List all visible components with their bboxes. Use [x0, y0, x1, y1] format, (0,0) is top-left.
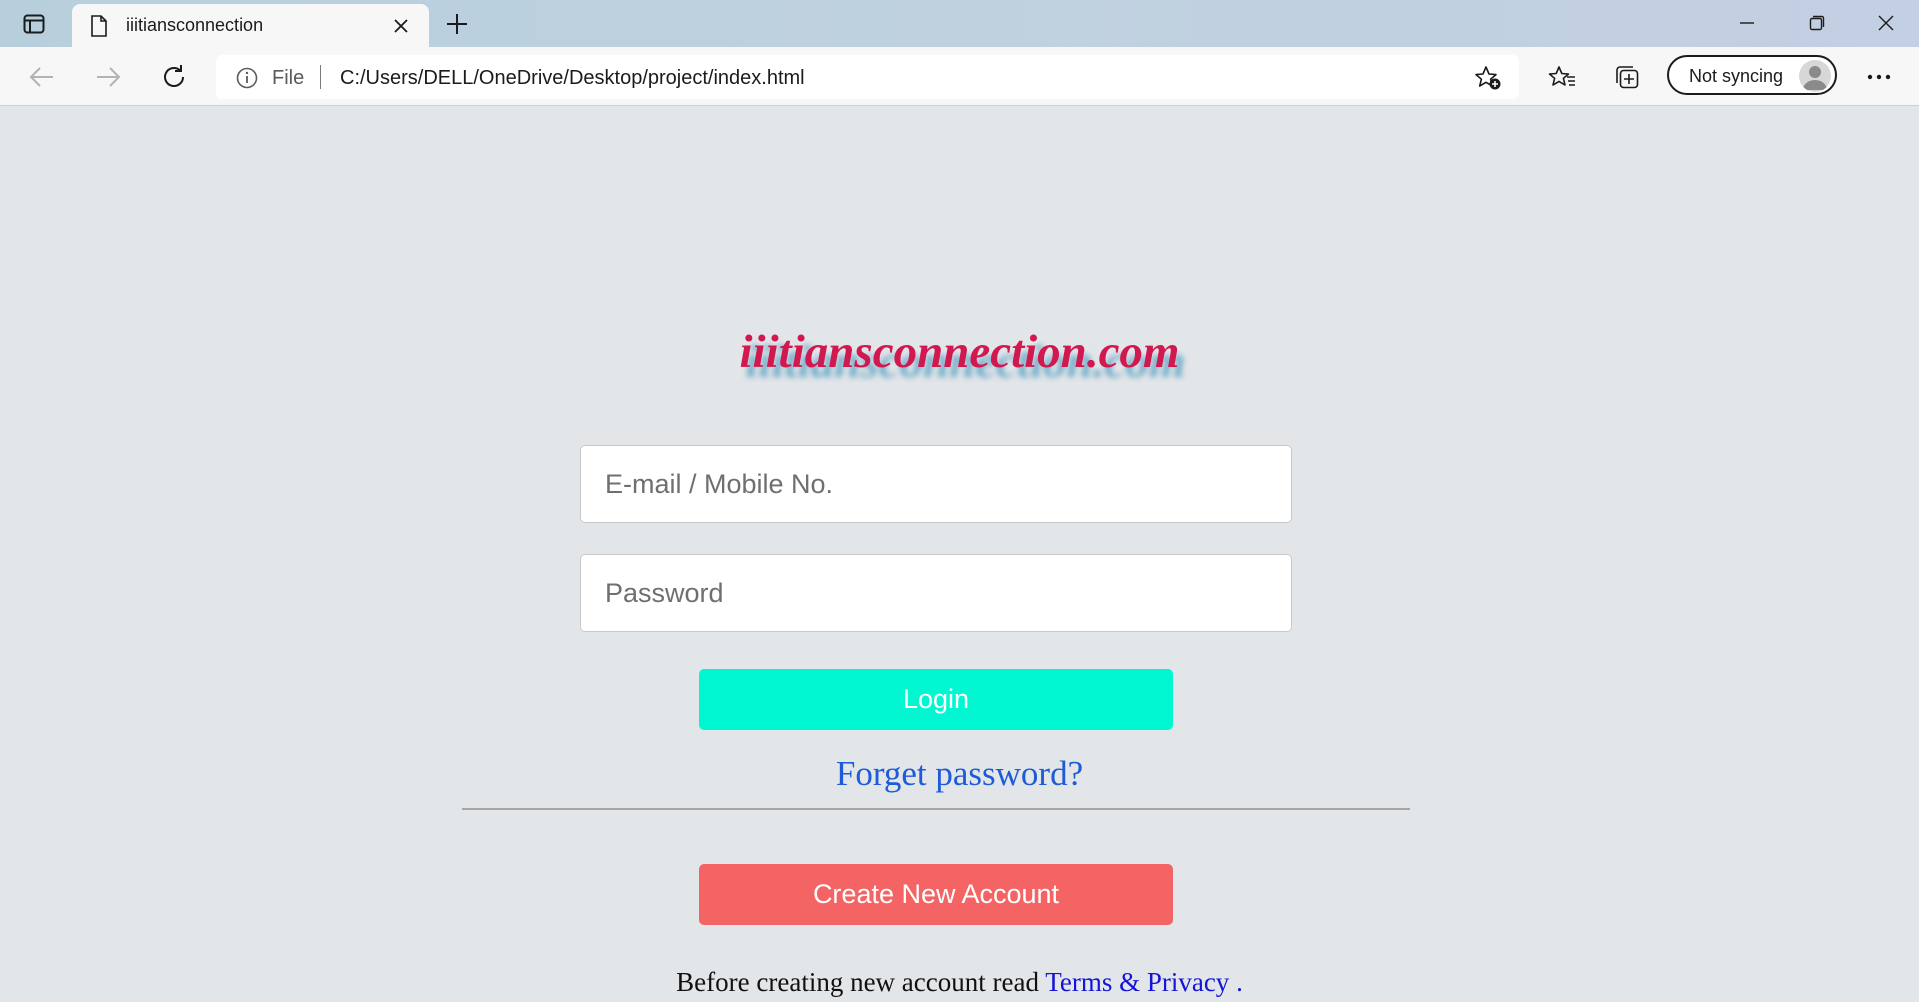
restore-icon[interactable] — [1793, 8, 1841, 38]
address-bar[interactable]: File C:/Users/DELL/OneDrive/Desktop/proj… — [216, 55, 1519, 99]
forgot-password-link[interactable]: Forget password? — [0, 754, 1919, 794]
terms-suffix: . — [1229, 967, 1243, 997]
email-input[interactable] — [580, 445, 1292, 523]
scheme-label: File — [272, 67, 305, 89]
password-input[interactable] — [580, 554, 1292, 632]
tab-strip: iiitiansconnection — [0, 0, 1919, 47]
more-icon[interactable] — [1863, 61, 1895, 93]
url-text[interactable]: C:/Users/DELL/OneDrive/Desktop/project/i… — [340, 67, 805, 90]
terms-notice: Before creating new account read Terms &… — [0, 967, 1919, 998]
favorites-icon[interactable] — [1546, 61, 1578, 93]
profile-label: Not syncing — [1689, 66, 1784, 86]
info-icon[interactable] — [236, 67, 258, 94]
tab-actions-icon[interactable] — [18, 10, 50, 38]
divider — [462, 808, 1410, 810]
login-button[interactable]: Login — [699, 669, 1173, 730]
refresh-icon[interactable] — [158, 61, 190, 93]
close-icon[interactable] — [390, 15, 412, 37]
avatar — [1799, 60, 1831, 92]
plus-icon[interactable] — [441, 9, 473, 39]
forward-arrow-icon[interactable] — [92, 61, 124, 93]
browser-toolbar: File C:/Users/DELL/OneDrive/Desktop/proj… — [0, 47, 1919, 106]
create-account-button[interactable]: Create New Account — [699, 864, 1173, 925]
profile-button[interactable]: Not syncing — [1667, 55, 1837, 95]
star-plus-icon[interactable] — [1474, 65, 1502, 96]
back-arrow-icon[interactable] — [26, 61, 58, 93]
minimize-icon[interactable] — [1723, 8, 1771, 38]
address-separator — [320, 65, 321, 89]
window-close-icon[interactable] — [1862, 8, 1910, 38]
page-icon — [90, 15, 108, 42]
terms-prefix: Before creating new account read — [676, 967, 1046, 997]
collections-icon[interactable] — [1612, 61, 1644, 93]
browser-tab[interactable]: iiitiansconnection — [72, 4, 429, 47]
tab-title: iiitiansconnection — [126, 15, 264, 35]
site-brand-title: iiitiansconnection.com — [739, 326, 1180, 378]
terms-privacy-link[interactable]: Terms & Privacy — [1045, 967, 1229, 997]
